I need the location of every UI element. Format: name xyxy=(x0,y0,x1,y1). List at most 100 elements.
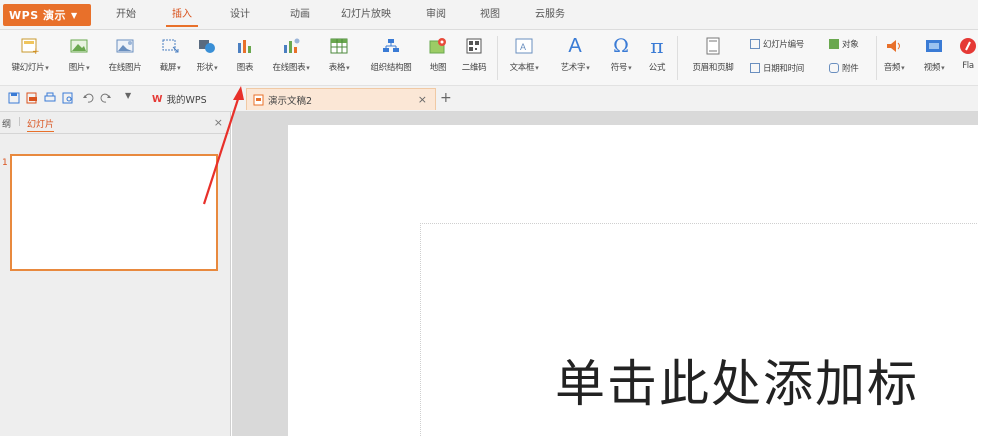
app-menu-button[interactable]: WPS 演示 ▼ xyxy=(3,4,91,26)
slide-thumbnail[interactable] xyxy=(10,154,218,271)
ribbon-divider xyxy=(497,36,498,80)
slide-number-icon xyxy=(750,39,760,49)
app-menu-label: WPS 演示 xyxy=(9,9,66,22)
redo-icon[interactable] xyxy=(100,92,112,104)
tab-slides[interactable]: 幻灯片 xyxy=(27,117,55,132)
close-tab-icon[interactable]: × xyxy=(418,93,427,106)
panel-tabs: 纲 | 幻灯片 × xyxy=(0,112,231,134)
video-icon xyxy=(924,34,944,58)
qrcode-button[interactable]: 二维码 xyxy=(456,34,492,73)
customize-dropdown-icon[interactable]: ▼ xyxy=(125,91,137,103)
save-icon[interactable] xyxy=(8,92,20,104)
online-chart-button[interactable]: 在线图表▾ xyxy=(262,34,320,73)
tab-review[interactable]: 审阅 xyxy=(418,0,454,30)
slide-number: 1 xyxy=(2,158,8,168)
wordart-glyph: A xyxy=(568,34,582,57)
tab-document[interactable]: 演示文稿2 × xyxy=(246,88,436,110)
pi-glyph: π xyxy=(650,34,664,58)
chevron-down-icon: ▼ xyxy=(70,10,78,20)
omega-glyph: Ω xyxy=(613,35,629,57)
flash-label: Fla xyxy=(962,61,974,71)
picture-button[interactable]: 图片▾ xyxy=(60,34,98,73)
tab-cloud[interactable]: 云服务 xyxy=(528,0,572,30)
screenshot-button[interactable]: 截屏▾ xyxy=(153,34,187,73)
audio-button[interactable]: 音频▾ xyxy=(879,34,909,73)
object-button[interactable]: 对象 xyxy=(829,38,859,50)
tab-slideshow[interactable]: 幻灯片放映 xyxy=(334,0,398,30)
wps-logo-icon: W xyxy=(152,93,163,105)
shapes-button[interactable]: 形状▾ xyxy=(190,34,224,73)
online-chart-icon xyxy=(281,34,301,58)
slide-number-button[interactable]: 幻灯片编号 xyxy=(750,38,804,50)
print-preview-icon[interactable] xyxy=(62,92,74,104)
export-pdf-icon[interactable] xyxy=(26,92,38,104)
formula-button[interactable]: π 公式 xyxy=(642,34,672,73)
table-button[interactable]: 表格▾ xyxy=(322,34,356,73)
new-slide-icon: + xyxy=(20,34,40,58)
wordart-icon: A xyxy=(568,34,581,58)
formula-label: 公式 xyxy=(648,63,666,73)
table-icon xyxy=(329,34,349,58)
date-time-label: 日期和时间 xyxy=(763,64,805,74)
tab-insert[interactable]: 插入 xyxy=(162,0,202,30)
flash-icon xyxy=(958,34,978,58)
wordart-button[interactable]: A 艺术字▾ xyxy=(552,34,598,74)
ribbon-insert: + 键幻灯片▾ 图片▾ 在线图片 截屏▾ 形状▾ 图表 在线图表▾ 表格▾ 组织… xyxy=(0,30,981,86)
new-slide-label: 键幻灯片 xyxy=(11,63,45,73)
qrcode-label: 二维码 xyxy=(461,63,487,73)
header-footer-button[interactable]: 页眉和页脚 xyxy=(682,34,744,73)
tab-start[interactable]: 开始 xyxy=(108,0,144,30)
map-button[interactable]: 地图 xyxy=(423,34,453,73)
audio-icon xyxy=(884,34,904,58)
title-placeholder-text[interactable]: 单击此处添加标 xyxy=(555,344,919,416)
shapes-label: 形状 xyxy=(196,63,214,73)
tab-outline[interactable]: 纲 xyxy=(2,117,11,130)
quick-access-bar: ▼ W 我的WPS 演示文稿2 × + xyxy=(0,86,981,112)
attachment-icon xyxy=(829,63,839,73)
picture-icon xyxy=(69,34,89,58)
online-picture-icon xyxy=(115,34,135,58)
picture-label: 图片 xyxy=(68,63,86,73)
shapes-icon xyxy=(197,34,217,58)
attachment-button[interactable]: 附件 xyxy=(829,62,859,74)
screenshot-icon xyxy=(160,34,180,58)
add-tab-icon[interactable]: + xyxy=(440,90,452,106)
calendar-icon xyxy=(750,63,760,73)
attachment-label: 附件 xyxy=(842,64,859,74)
tab-my-wps-label: 我的WPS xyxy=(166,95,207,106)
video-label: 视频 xyxy=(923,63,941,73)
tab-design[interactable]: 设计 xyxy=(222,0,258,30)
date-time-button[interactable]: 日期和时间 xyxy=(750,62,804,74)
header-footer-icon xyxy=(703,34,723,58)
chart-button[interactable]: 图表 xyxy=(231,34,259,73)
flash-button[interactable]: Fla xyxy=(957,34,979,71)
symbol-button[interactable]: Ω 符号▾ xyxy=(604,34,638,73)
org-chart-icon xyxy=(381,34,401,58)
org-chart-label: 组织结构图 xyxy=(370,63,412,73)
tab-view[interactable]: 视图 xyxy=(472,0,508,30)
online-picture-label: 在线图片 xyxy=(108,63,142,73)
menu-bar: WPS 演示 ▼ 开始 插入 设计 动画 幻灯片放映 审阅 视图 云服务 xyxy=(0,0,981,30)
online-picture-button[interactable]: 在线图片 xyxy=(100,34,150,73)
undo-icon[interactable] xyxy=(82,92,94,104)
print-icon[interactable] xyxy=(44,92,56,104)
map-label: 地图 xyxy=(429,63,447,73)
online-chart-label: 在线图表 xyxy=(272,63,306,73)
textbox-icon: A xyxy=(514,34,534,58)
svg-text:A: A xyxy=(520,42,526,52)
ribbon-divider xyxy=(677,36,678,80)
org-chart-button[interactable]: 组织结构图 xyxy=(361,34,421,73)
new-slide-button[interactable]: + 键幻灯片▾ xyxy=(2,34,58,73)
tab-animation[interactable]: 动画 xyxy=(282,0,318,30)
ribbon-divider xyxy=(876,36,877,80)
symbol-label: 符号 xyxy=(610,63,628,73)
slide-number-label: 幻灯片编号 xyxy=(763,40,805,50)
map-icon xyxy=(428,34,448,58)
tab-my-wps[interactable]: W 我的WPS xyxy=(146,88,242,110)
wordart-label: 艺术字 xyxy=(560,63,586,73)
header-footer-label: 页眉和页脚 xyxy=(692,63,734,73)
slide-panel: 纲 | 幻灯片 × 1 xyxy=(0,112,231,436)
close-panel-icon[interactable]: × xyxy=(214,116,223,129)
video-button[interactable]: 视频▾ xyxy=(918,34,950,73)
textbox-button[interactable]: A 文本框▾ xyxy=(502,34,546,73)
